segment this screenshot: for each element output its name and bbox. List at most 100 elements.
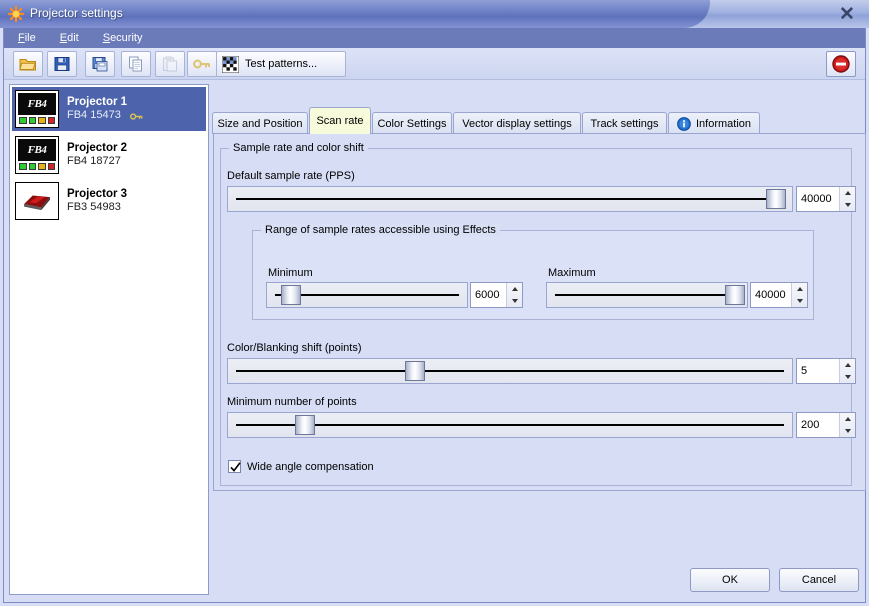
tab-label: Information: [695, 117, 751, 130]
stop-sign-icon: [832, 55, 850, 73]
tab-size-and-position[interactable]: Size and Position: [212, 112, 308, 134]
paste-icon-button[interactable]: [155, 51, 185, 77]
spinner-arrows[interactable]: [839, 359, 855, 383]
spinner-down-icon[interactable]: [840, 199, 855, 211]
projector-name: Projector 1: [67, 95, 128, 108]
tab-track-settings[interactable]: Track settings: [582, 112, 667, 134]
maximum-value[interactable]: 40000: [751, 283, 791, 307]
fb4-label: FB4: [27, 144, 47, 156]
title-bar: Projector settings ✕: [0, 0, 869, 28]
paste-icon: [163, 56, 177, 72]
maximum-label: Maximum: [548, 267, 596, 279]
projector-settings-window: Projector settings ✕ File Edit Security: [0, 0, 869, 606]
save-as-icon-button[interactable]: [85, 51, 115, 77]
minimum-label: Minimum: [268, 267, 313, 279]
tab-information[interactable]: Information: [668, 112, 760, 134]
menu-edit-rest: dit: [67, 32, 79, 44]
copy-icon-button[interactable]: [121, 51, 151, 77]
key-icon-button[interactable]: [187, 51, 217, 77]
slider-track: [236, 424, 784, 426]
color-blanking-shift-slider[interactable]: [227, 358, 793, 384]
projector-list[interactable]: FB4 Projector 1 FB4 15473 FB4 Projector …: [9, 84, 209, 595]
fb3-icon: [15, 182, 59, 220]
spinner-up-icon[interactable]: [792, 283, 807, 295]
fb3-device-shape: [24, 195, 50, 211]
slider-track: [236, 370, 784, 372]
wide-angle-compensation-label: Wide angle compensation: [247, 460, 374, 473]
window-title: Projector settings: [30, 6, 123, 20]
menu-file[interactable]: File: [8, 30, 46, 46]
minimum-spinner[interactable]: 6000: [470, 282, 523, 308]
maximum-spinner[interactable]: 40000: [750, 282, 808, 308]
spinner-up-icon[interactable]: [840, 413, 855, 425]
minimum-slider[interactable]: [266, 282, 468, 308]
spinner-up-icon[interactable]: [840, 359, 855, 371]
default-sample-rate-value[interactable]: 40000: [797, 187, 839, 211]
color-blanking-shift-spinner[interactable]: 5: [796, 358, 856, 384]
spinner-down-icon[interactable]: [792, 295, 807, 307]
spinner-down-icon[interactable]: [840, 371, 855, 383]
test-patterns-button[interactable]: Test patterns...: [216, 51, 346, 77]
spinner-up-icon[interactable]: [840, 187, 855, 199]
tab-label: Color Settings: [377, 117, 447, 130]
checkerboard-icon: [222, 55, 239, 73]
close-icon[interactable]: ✕: [833, 3, 861, 25]
save-icon-button[interactable]: [47, 51, 77, 77]
minimum-value[interactable]: 6000: [471, 283, 506, 307]
slider-thumb[interactable]: [295, 415, 315, 435]
slider-thumb[interactable]: [405, 361, 425, 381]
tab-color-settings[interactable]: Color Settings: [372, 112, 452, 134]
color-blanking-shift-value[interactable]: 5: [797, 359, 839, 383]
spinner-arrows[interactable]: [839, 413, 855, 437]
open-icon: [19, 59, 36, 71]
fb4-icon: FB4: [15, 136, 59, 174]
checkmark-icon: [230, 462, 241, 472]
wide-angle-compensation-checkbox[interactable]: [228, 460, 241, 473]
slider-thumb[interactable]: [281, 285, 301, 305]
tab-scan-rate[interactable]: Scan rate: [309, 107, 371, 134]
slider-thumb[interactable]: [766, 189, 786, 209]
spinner-arrows[interactable]: [791, 283, 807, 307]
cancel-button[interactable]: Cancel: [779, 568, 859, 592]
tab-vector-display-settings[interactable]: Vector display settings: [453, 112, 581, 134]
scan-rate-panel: Sample rate and color shift Default samp…: [213, 133, 866, 491]
minimum-number-of-points-spinner[interactable]: 200: [796, 412, 856, 438]
minimum-number-of-points-value[interactable]: 200: [797, 413, 839, 437]
spinner-down-icon[interactable]: [840, 425, 855, 437]
menu-edit[interactable]: Edit: [50, 30, 89, 46]
spinner-arrows[interactable]: [506, 283, 522, 307]
projector-list-item-1[interactable]: FB4 Projector 1 FB4 15473: [12, 87, 206, 131]
minimum-number-of-points-slider[interactable]: [227, 412, 793, 438]
slider-track: [555, 294, 739, 296]
spinner-arrows[interactable]: [839, 187, 855, 211]
fb4-label: FB4: [27, 98, 47, 110]
slider-track: [275, 294, 459, 296]
toolbar: Test patterns...: [4, 48, 865, 80]
menu-security-rest: ecurity: [110, 32, 143, 44]
copy-icon: [129, 56, 142, 72]
dialog-button-bar: OK Cancel: [4, 560, 865, 602]
key-icon: [193, 59, 210, 69]
default-sample-rate-spinner[interactable]: 40000: [796, 186, 856, 212]
range-group-title: Range of sample rates accessible using E…: [261, 224, 500, 236]
save-as-icon: [92, 57, 108, 72]
window-client-area: File Edit Security Test patterns... FB4 …: [3, 28, 866, 603]
open-icon-button[interactable]: [13, 51, 43, 77]
slider-thumb[interactable]: [725, 285, 745, 305]
default-sample-rate-label: Default sample rate (PPS): [227, 170, 355, 182]
spinner-up-icon[interactable]: [507, 283, 522, 295]
projector-list-item-2[interactable]: FB4 Projector 2 FB4 18727: [12, 133, 206, 177]
default-sample-rate-slider[interactable]: [227, 186, 793, 212]
stop-icon-button[interactable]: [826, 51, 856, 77]
projector-list-item-3[interactable]: Projector 3 FB3 54983: [12, 179, 206, 223]
spinner-down-icon[interactable]: [507, 295, 522, 307]
wide-angle-compensation-row[interactable]: Wide angle compensation: [228, 460, 374, 473]
projector-device-id: FB4 18727: [67, 155, 121, 168]
maximum-slider[interactable]: [546, 282, 748, 308]
ok-button[interactable]: OK: [690, 568, 770, 592]
tab-label: Scan rate: [316, 115, 364, 127]
menu-security[interactable]: Security: [93, 30, 153, 46]
menu-file-rest: ile: [24, 32, 36, 44]
projector-name: Projector 3: [67, 187, 128, 200]
fb4-icon: FB4: [15, 90, 59, 128]
